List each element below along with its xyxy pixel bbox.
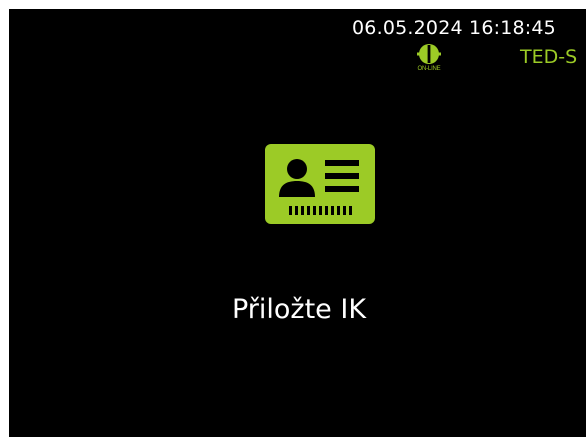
device-name: TED-S <box>520 46 578 68</box>
online-status: ON-LINE <box>413 43 445 77</box>
id-card-icon <box>265 144 375 224</box>
online-icon <box>417 44 441 64</box>
app-window: 06.05.2024 16:18:45 ON-LINE TED-S Přilož… <box>0 0 586 442</box>
terminal-screen: 06.05.2024 16:18:45 ON-LINE TED-S Přilož… <box>9 9 586 437</box>
datetime-display: 06.05.2024 16:18:45 <box>352 17 556 39</box>
card-prompt: Přiložte IK <box>231 294 367 325</box>
online-label: ON-LINE <box>417 66 441 72</box>
